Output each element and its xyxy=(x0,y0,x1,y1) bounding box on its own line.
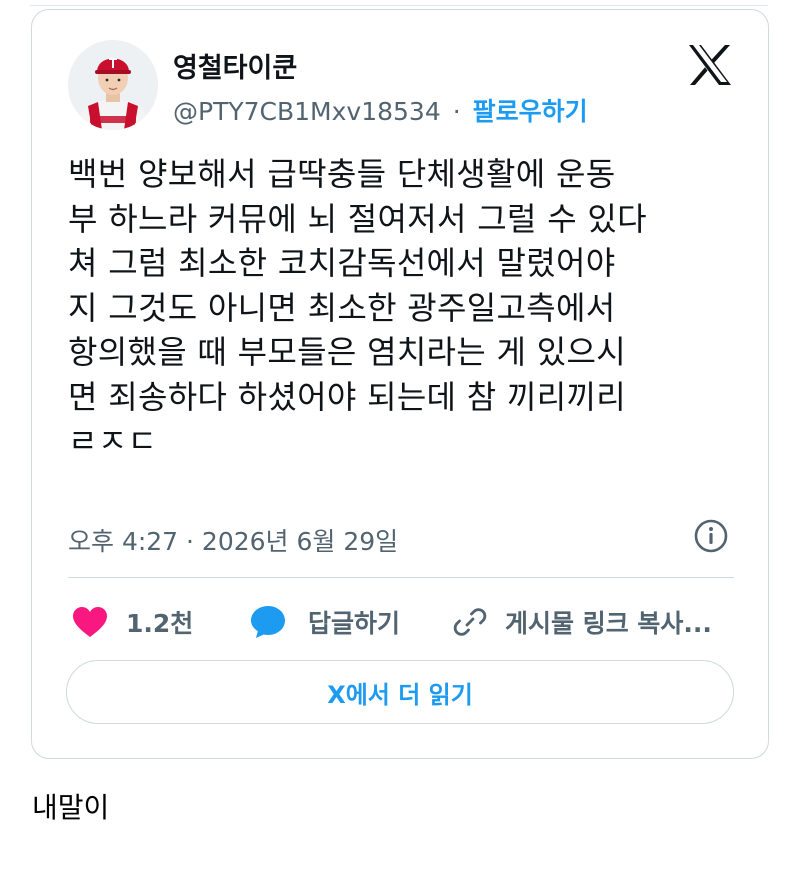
like-button[interactable]: 1.2천 xyxy=(72,602,193,642)
post-caption: 내말이 xyxy=(32,791,110,824)
avatar[interactable] xyxy=(68,40,158,130)
like-count: 1.2천 xyxy=(126,609,194,638)
follow-link[interactable]: 팔로우하기 xyxy=(473,97,588,126)
tweet-text-line: 지 그것도 아니면 최소한 광주일고측에서 xyxy=(68,288,616,327)
copy-link-label: 게시물 링크 복사... xyxy=(505,609,712,638)
previous-card-edge xyxy=(30,0,768,6)
read-more-on-x-button[interactable]: X에서 더 읽기 xyxy=(66,660,734,724)
tweet-text-line: 백번 양보해서 급딱충들 단체생활에 운동 xyxy=(68,155,616,193)
baseball-player-avatar-icon xyxy=(68,40,158,130)
link-icon xyxy=(453,608,487,636)
tweet-text-line: 면 죄송하다 하셨어야 되는데 참 끼리끼리 xyxy=(68,377,626,416)
tweet-text-line: ㄹㅈㄷ xyxy=(68,422,158,460)
tweet-text: 백번 양보해서 급딱충들 단체생활에 운동 부 하느라 커뮤에 뇌 절여저서 그… xyxy=(68,152,748,464)
heart-icon xyxy=(73,607,107,637)
embedded-tweet-card[interactable]: 영철타이쿤 @PTY7CB1Mxv18534 · 팔로우하기 백번 양보해서 급… xyxy=(31,9,769,759)
separator-dot: · xyxy=(452,97,461,126)
handle-row: @PTY7CB1Mxv18534 · 팔로우하기 xyxy=(173,92,588,128)
tweet-text-line: 쳐 그럼 최소한 코치감독선에서 말렸어야 xyxy=(68,244,616,282)
display-name[interactable]: 영철타이쿤 xyxy=(173,46,297,85)
tweet-text-line: 부 하느라 커뮤에 뇌 절여저서 그럴 수 있다 xyxy=(68,199,647,238)
divider xyxy=(68,577,734,578)
reply-button[interactable]: 답글하기 xyxy=(250,602,400,642)
copy-link-button[interactable]: 게시물 링크 복사... xyxy=(453,602,712,642)
tweet-text-line: 항의했을 때 부모들은 염치라는 게 있으시 xyxy=(68,333,626,371)
x-logo-icon[interactable] xyxy=(687,44,733,86)
speech-bubble-icon xyxy=(251,606,285,638)
info-icon[interactable] xyxy=(693,518,729,554)
reply-label: 답글하기 xyxy=(308,609,401,638)
user-handle[interactable]: @PTY7CB1Mxv18534 xyxy=(173,97,441,126)
tweet-timestamp[interactable]: 오후 4:27 · 2026년 6월 29일 xyxy=(68,522,398,558)
